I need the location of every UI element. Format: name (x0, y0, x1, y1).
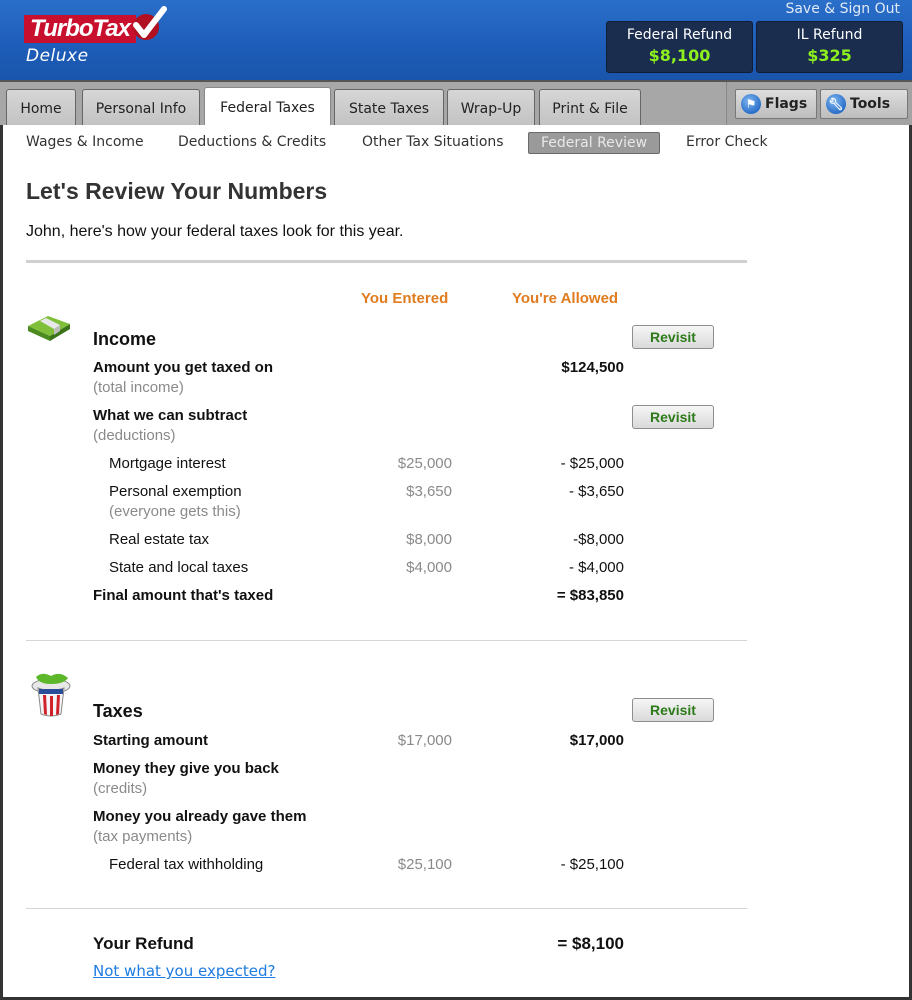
deduction-entered: $4,000 (406, 559, 452, 576)
page-title: Let's Review Your Numbers (26, 178, 328, 204)
not-what-you-expected-link[interactable]: Not what you expected? (93, 962, 275, 980)
app-header: TurboTax Deluxe Save & Sign Out Federal … (0, 0, 912, 80)
checkmark-logo-icon (133, 6, 168, 40)
state-refund-meter: IL Refund $325 (756, 21, 903, 73)
income-section-title: Income (93, 329, 157, 349)
column-header-youre-allowed: You're Allowed (512, 290, 619, 307)
federal-refund-meter: Federal Refund $8,100 (606, 21, 753, 73)
taxed-on-label: Amount you get taxed on (93, 359, 273, 376)
deduction-label: Mortgage interest (109, 455, 226, 472)
deduction-allowed: -$8,000 (573, 531, 624, 548)
tools-label: Tools (850, 96, 891, 112)
final-taxed-label: Final amount that's taxed (93, 587, 274, 604)
main-tab-bar: Home Personal Info Federal Taxes State T… (0, 80, 912, 127)
credits-sub: (credits) (93, 780, 148, 797)
taxes-section-title: Taxes (93, 701, 143, 721)
flags-button[interactable]: ⚑ Flags (735, 89, 817, 119)
save-sign-out-link[interactable]: Save & Sign Out (785, 1, 900, 17)
sub-navigation: Wages & Income Deductions & Credits Othe… (3, 125, 909, 161)
money-stack-icon (28, 316, 70, 341)
flags-label: Flags (765, 96, 808, 112)
subnav-error-check[interactable]: Error Check (686, 134, 768, 150)
divider (26, 260, 747, 263)
tab-home[interactable]: Home (6, 89, 76, 127)
deduction-label: State and local taxes (109, 559, 249, 576)
subnav-deductions-credits[interactable]: Deductions & Credits (178, 134, 326, 150)
edition-label: Deluxe (26, 46, 89, 66)
brand-name: TurboTax (24, 15, 137, 43)
deduction-label: Personal exemption (109, 483, 242, 500)
taxed-on-sub: (total income) (93, 379, 184, 396)
column-header-you-entered: You Entered (361, 290, 449, 307)
withholding-label: Federal tax withholding (109, 856, 264, 873)
federal-refund-amount: $8,100 (648, 46, 711, 65)
deduction-label: Real estate tax (109, 531, 210, 548)
uncle-sam-hat-icon (31, 673, 71, 717)
divider (26, 908, 747, 909)
starting-amount-label: Starting amount (93, 732, 208, 749)
deduction-entered: $3,650 (406, 483, 452, 500)
tools-area: ⚑ Flags 🔧︎ Tools (726, 82, 912, 125)
taxes-revisit-button[interactable]: Revisit (632, 698, 714, 722)
payments-label: Money you already gave them (93, 808, 307, 825)
subtract-sub: (deductions) (93, 427, 176, 444)
starting-amount-entered: $17,000 (397, 732, 452, 749)
tab-state-taxes[interactable]: State Taxes (334, 89, 444, 127)
deduction-allowed: - $4,000 (568, 559, 624, 576)
withholding-allowed: - $25,100 (560, 856, 624, 873)
subnav-federal-review[interactable]: Federal Review (528, 132, 661, 154)
final-taxed-amount: = $83,850 (556, 587, 624, 604)
state-refund-amount: $325 (807, 46, 852, 65)
deduction-allowed: - $3,650 (568, 483, 624, 500)
deduction-sub: (everyone gets this) (109, 503, 241, 520)
withholding-entered: $25,100 (397, 856, 452, 873)
divider (26, 640, 747, 641)
tab-print-file[interactable]: Print & File (539, 89, 641, 127)
payments-sub: (tax payments) (93, 828, 193, 845)
your-refund-amount: = $8,100 (557, 934, 624, 953)
tools-button[interactable]: 🔧︎ Tools (820, 89, 908, 119)
deduction-allowed: - $25,000 (560, 455, 624, 472)
taxed-on-allowed: $124,500 (561, 359, 624, 376)
subtract-label: What we can subtract (93, 407, 248, 424)
deductions-revisit-button[interactable]: Revisit (632, 405, 714, 429)
tab-wrap-up[interactable]: Wrap-Up (447, 89, 535, 127)
subnav-other-tax-situations[interactable]: Other Tax Situations (362, 134, 504, 150)
income-revisit-button[interactable]: Revisit (632, 325, 714, 349)
credits-label: Money they give you back (93, 760, 279, 777)
subnav-wages-income[interactable]: Wages & Income (26, 134, 144, 150)
your-refund-label: Your Refund (93, 934, 194, 953)
starting-amount-allowed: $17,000 (569, 732, 624, 749)
intro-text: John, here's how your federal taxes look… (26, 223, 404, 240)
deduction-entered: $8,000 (406, 531, 452, 548)
tab-personal-info[interactable]: Personal Info (82, 89, 200, 127)
wrench-icon: 🔧︎ (826, 94, 846, 114)
federal-refund-label: Federal Refund (626, 27, 733, 43)
flag-icon: ⚑ (741, 94, 761, 114)
deduction-entered: $25,000 (397, 455, 452, 472)
turbotax-logo: TurboTax (24, 6, 168, 44)
tab-federal-taxes[interactable]: Federal Taxes (204, 87, 331, 127)
state-refund-label: IL Refund (796, 27, 863, 43)
